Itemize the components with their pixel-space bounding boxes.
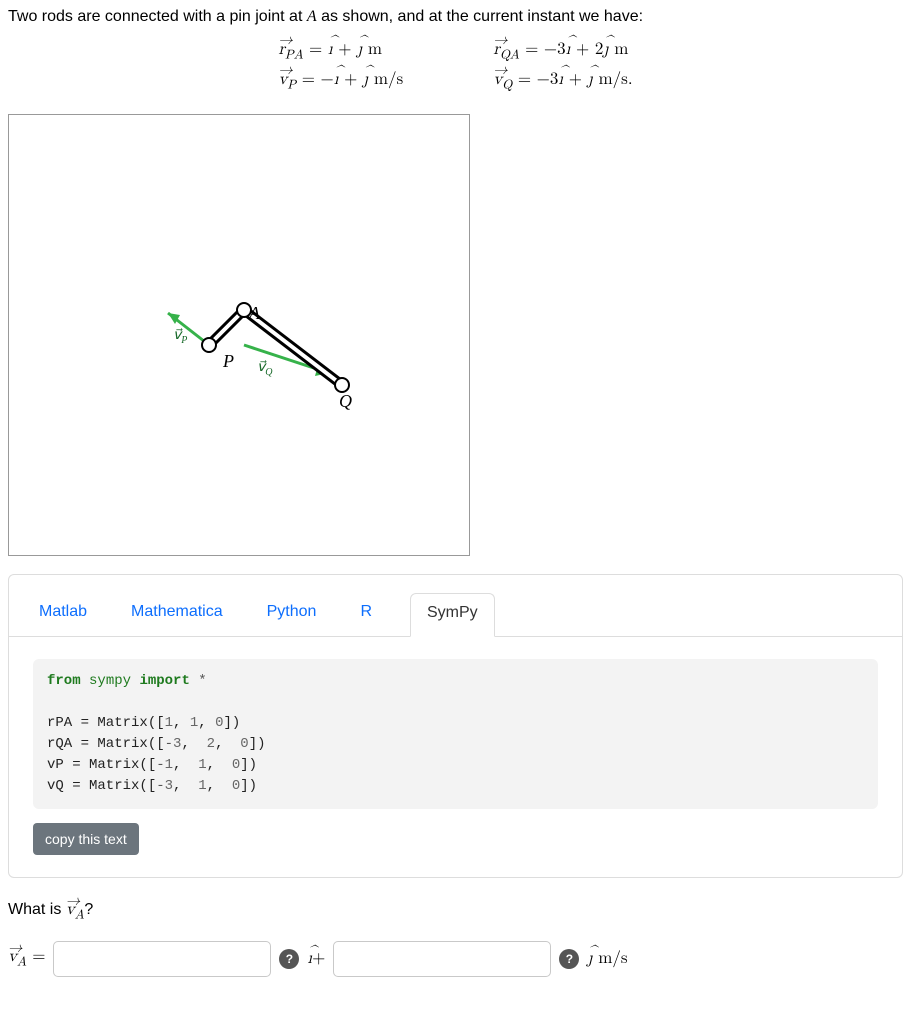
code-block: from sympy import * rPA = Matrix([1, 1, … bbox=[33, 659, 878, 809]
eq-vQ: vQ = −3ı + ȷ m/s. bbox=[493, 66, 632, 96]
eq-vP: vP = −ı + ȷ m/s bbox=[278, 66, 403, 96]
tab-r[interactable]: R bbox=[354, 603, 378, 637]
answer-row: vA = ? ı+ ? ȷ m/s bbox=[8, 941, 903, 977]
code-l4: vQ = Matrix([-3, 1, 0]) bbox=[47, 778, 257, 794]
intro-point: A bbox=[307, 8, 317, 25]
kw-import: import bbox=[139, 673, 189, 689]
kw-mod: sympy bbox=[89, 673, 131, 689]
intro-suffix: as shown, and at the current instant we … bbox=[317, 8, 643, 25]
question: What is vA? bbox=[8, 900, 903, 923]
label-P: P bbox=[222, 351, 234, 371]
given-equations: rPA = ı + ȷ m vP = −ı + ȷ m/s rQA = −3ı … bbox=[8, 36, 903, 96]
tab-sympy[interactable]: SymPy bbox=[410, 593, 495, 637]
kw-from: from bbox=[47, 673, 81, 689]
label-vQ: v⃗Q bbox=[257, 360, 273, 378]
help-icon[interactable]: ? bbox=[279, 949, 299, 969]
code-l1: rPA = Matrix([1, 1, 0]) bbox=[47, 715, 240, 731]
label-Q: Q bbox=[339, 391, 352, 411]
help-icon-2[interactable]: ? bbox=[559, 949, 579, 969]
code-panel: Matlab Mathematica Python R SymPy from s… bbox=[8, 574, 903, 878]
equation-col-right: rQA = −3ı + 2ȷ m vQ = −3ı + ȷ m/s. bbox=[493, 36, 632, 96]
tab-matlab[interactable]: Matlab bbox=[33, 603, 93, 637]
label-A: A bbox=[248, 303, 261, 323]
label-vP: v⃗P bbox=[173, 328, 187, 346]
code-l3: vP = Matrix([-1, 1, 0]) bbox=[47, 757, 257, 773]
equation-col-left: rPA = ı + ȷ m vP = −ı + ȷ m/s bbox=[278, 36, 403, 96]
unit-j: ȷ m/s bbox=[587, 949, 627, 969]
answer-j-input[interactable] bbox=[333, 941, 551, 977]
question-suffix: ? bbox=[84, 901, 93, 918]
joint-P bbox=[202, 338, 216, 352]
joint-Q bbox=[335, 378, 349, 392]
tab-python[interactable]: Python bbox=[261, 603, 323, 637]
intro-prefix: Two rods are connected with a pin joint … bbox=[8, 8, 307, 25]
answer-i-input[interactable] bbox=[53, 941, 271, 977]
question-prefix: What is bbox=[8, 901, 66, 918]
code-l2: rQA = Matrix([-3, 2, 0]) bbox=[47, 736, 266, 752]
tab-mathematica[interactable]: Mathematica bbox=[125, 603, 229, 637]
kw-star: * bbox=[198, 673, 206, 689]
mechanism-figure: P A Q v⃗P v⃗Q bbox=[8, 114, 470, 556]
answer-lhs: vA = bbox=[8, 947, 45, 970]
copy-button[interactable]: copy this text bbox=[33, 823, 139, 855]
figure-svg: P A Q v⃗P v⃗Q bbox=[9, 115, 469, 555]
unit-i: ı+ bbox=[307, 949, 325, 969]
problem-statement: Two rods are connected with a pin joint … bbox=[8, 8, 903, 26]
tabs-bar: Matlab Mathematica Python R SymPy bbox=[9, 575, 902, 637]
